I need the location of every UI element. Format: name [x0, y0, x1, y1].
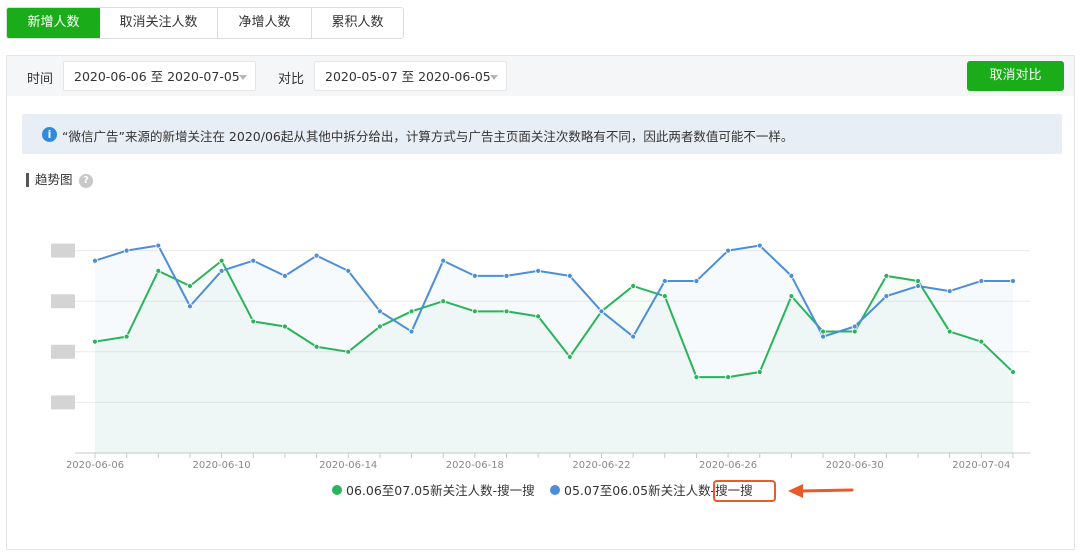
x-tick-label: 2020-06-14 — [319, 460, 377, 471]
data-point — [915, 283, 921, 289]
data-point — [471, 308, 478, 315]
data-point — [946, 328, 953, 335]
data-point — [92, 338, 98, 345]
chart-areas — [95, 245, 1013, 453]
data-point — [408, 308, 415, 315]
data-point — [820, 328, 826, 335]
y-axis-label-blurred — [51, 294, 75, 309]
data-point — [725, 247, 732, 254]
data-point — [92, 257, 98, 264]
data-point — [218, 257, 225, 264]
data-point — [187, 283, 193, 289]
data-point — [218, 267, 225, 274]
annotation-arrow — [788, 484, 854, 498]
data-point — [756, 242, 763, 249]
data-point — [503, 272, 510, 279]
trend-line-chart: 2020-06-06 2020-06-10 2020-06-14 2020-06-18… — [51, 242, 1030, 498]
data-point — [630, 333, 637, 340]
data-point — [978, 338, 985, 345]
data-point — [313, 252, 320, 259]
arrow-shaft — [798, 488, 854, 493]
y-axis-labels-obscured — [51, 243, 75, 410]
data-point — [566, 353, 573, 360]
legend-marker — [332, 485, 342, 495]
data-point — [282, 272, 288, 279]
data-point — [661, 293, 668, 300]
data-point — [883, 272, 890, 279]
data-point — [408, 328, 415, 335]
data-point — [376, 308, 383, 315]
data-point — [123, 333, 130, 340]
data-point — [693, 374, 700, 381]
x-tick-label: 2020-06-18 — [446, 460, 504, 471]
data-point — [187, 303, 193, 310]
data-point — [155, 242, 162, 249]
data-point — [851, 323, 858, 330]
data-point — [503, 308, 510, 315]
data-point — [883, 293, 890, 300]
data-point — [250, 257, 257, 264]
data-point — [915, 278, 921, 284]
data-point — [978, 278, 985, 284]
data-point — [598, 308, 605, 315]
x-tick-label: 2020-06-26 — [699, 460, 757, 471]
data-point — [820, 333, 826, 340]
data-point — [566, 272, 573, 279]
data-point — [788, 293, 795, 300]
data-point — [535, 267, 542, 274]
data-point — [440, 298, 447, 305]
data-point — [756, 369, 763, 375]
x-tick-label: 2020-06-22 — [572, 460, 630, 471]
data-point — [946, 288, 953, 294]
data-point — [693, 278, 700, 284]
data-point — [851, 328, 858, 335]
data-point — [155, 267, 162, 274]
y-axis-label-blurred — [51, 344, 75, 359]
data-point — [788, 272, 795, 279]
x-tick-label: 2020-06-30 — [826, 460, 884, 471]
data-point — [1010, 369, 1016, 375]
arrow-head — [788, 484, 803, 498]
data-point — [630, 283, 637, 289]
legend-marker — [550, 485, 560, 495]
y-axis-label-blurred — [51, 243, 75, 258]
data-point — [282, 323, 288, 330]
data-point — [725, 374, 732, 381]
x-tick-label: 2020-07-04 — [952, 460, 1010, 471]
x-tick-label: 2020-06-06 — [66, 460, 124, 471]
data-point — [345, 348, 352, 355]
data-point — [471, 272, 478, 279]
data-point — [313, 343, 320, 350]
x-axis-ticks: 2020-06-06 2020-06-10 2020-06-14 2020-06-18… — [66, 453, 1014, 471]
data-point — [123, 247, 130, 254]
data-point — [376, 323, 383, 330]
data-point — [345, 267, 352, 274]
x-tick-label: 2020-06-10 — [193, 460, 251, 471]
data-point — [440, 257, 447, 264]
chart-legend: 06.06至07.05新关注人数-搜一搜 05.07至06.05新关注人数-搜一搜 — [332, 483, 753, 498]
legend-label: 06.06至07.05新关注人数-搜一搜 — [346, 483, 535, 498]
y-axis-label-blurred — [51, 395, 75, 410]
data-point — [661, 278, 668, 284]
annotation-highlight-box — [713, 480, 776, 502]
data-point — [250, 318, 257, 325]
data-point — [1010, 278, 1016, 284]
data-point — [535, 313, 542, 320]
